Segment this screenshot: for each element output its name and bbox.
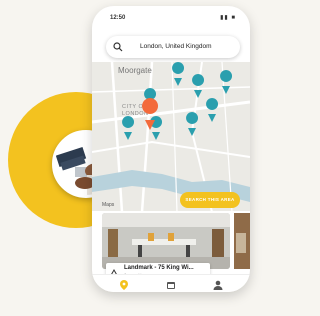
location-search-bar[interactable]: London, United Kingdom xyxy=(106,36,240,58)
search-icon xyxy=(113,42,123,54)
status-time: 12:50 xyxy=(110,15,126,21)
location-pin-icon[interactable] xyxy=(118,278,130,290)
space-card-photo[interactable] xyxy=(102,213,230,269)
map-pin xyxy=(122,116,135,140)
maps-attribution: Maps xyxy=(102,202,115,208)
space-card-carousel[interactable]: Landmark - 75 King Wi... & coworking xyxy=(92,211,250,279)
map-pin xyxy=(206,98,219,122)
status-bar: 12:50 ▮▮ ■ xyxy=(92,6,250,26)
phone-frame: 12:50 ▮▮ ■ London, United Kingdom Moorga… xyxy=(92,6,250,292)
map-pin xyxy=(220,70,233,94)
search-location-text: London, United Kingdom xyxy=(140,43,212,50)
calendar-icon[interactable] xyxy=(165,278,177,290)
map-pin xyxy=(150,116,163,140)
map-pin xyxy=(186,112,199,136)
map-pin xyxy=(172,62,185,86)
space-card-title: Landmark - 75 King Wi... xyxy=(124,265,194,271)
next-space-card-photo[interactable] xyxy=(234,213,250,269)
bottom-tab-bar xyxy=(92,274,250,292)
status-icons: ▮▮ ■ xyxy=(220,15,236,21)
map-view[interactable]: Moorgate CITY OF LONDON SEARCH THIS AREA… xyxy=(92,61,250,213)
map-pin xyxy=(192,74,205,98)
profile-icon[interactable] xyxy=(212,278,224,290)
search-this-area-button[interactable]: SEARCH THIS AREA xyxy=(180,192,240,208)
map-pins xyxy=(122,62,233,140)
